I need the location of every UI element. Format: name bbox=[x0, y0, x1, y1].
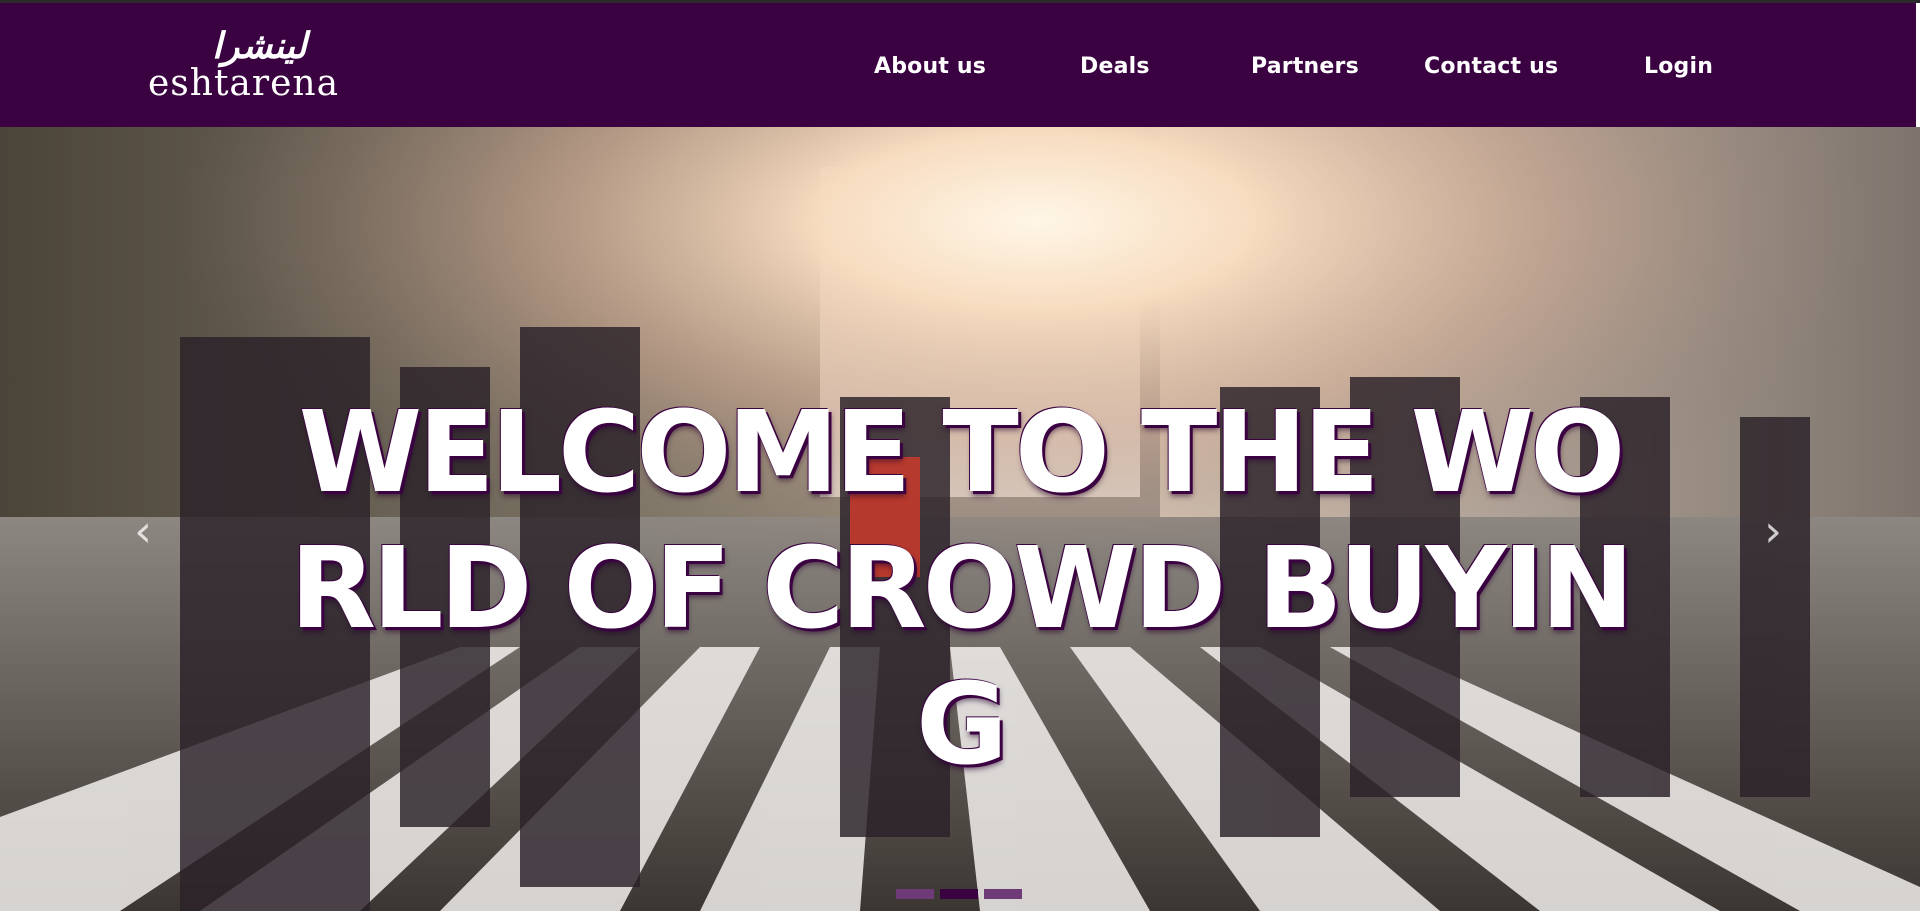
nav-login[interactable]: Login bbox=[1644, 51, 1713, 83]
carousel-indicator-2[interactable] bbox=[940, 889, 978, 899]
nav-deals[interactable]: Deals bbox=[1080, 51, 1150, 83]
nav-contact-us[interactable]: Contact us bbox=[1424, 51, 1558, 83]
hero-carousel: WELCOME TO THE WORLD OF CROWD BUYING ‹ › bbox=[0, 127, 1920, 911]
logo-latin-text: eshtarena bbox=[148, 63, 340, 104]
carousel-indicator-1[interactable] bbox=[896, 889, 934, 899]
eshtarena-logo[interactable]: لينشرا eshtarena bbox=[148, 25, 368, 109]
top-navigation-bar: لينشرا eshtarena About us Deals Partners… bbox=[0, 3, 1916, 127]
logo-arabic-text: لينشرا bbox=[212, 25, 307, 67]
carousel-prev-arrow-icon[interactable]: ‹ bbox=[128, 507, 158, 557]
nav-partners[interactable]: Partners bbox=[1251, 51, 1359, 83]
carousel-next-arrow-icon[interactable]: › bbox=[1758, 507, 1788, 557]
hero-headline: WELCOME TO THE WORLD OF CROWD BUYING bbox=[289, 388, 1634, 790]
carousel-indicator-3[interactable] bbox=[984, 889, 1022, 899]
nav-about-us[interactable]: About us bbox=[874, 51, 986, 83]
